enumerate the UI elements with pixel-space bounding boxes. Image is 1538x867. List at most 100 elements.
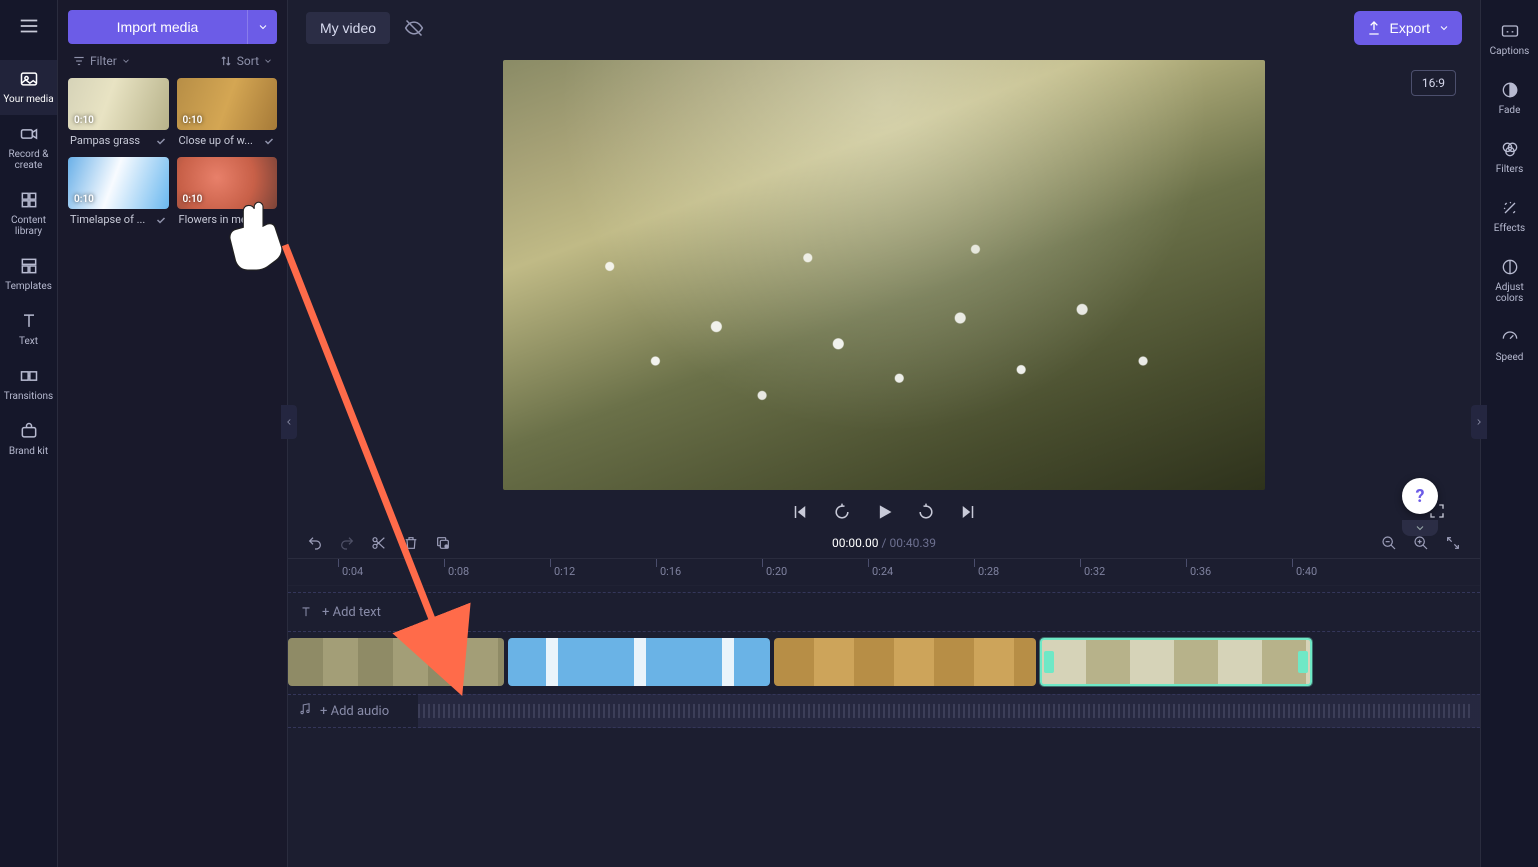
nav-label: Content library bbox=[11, 215, 46, 237]
audio-track[interactable]: + Add audio bbox=[288, 694, 1480, 728]
prop-effects[interactable]: Effects bbox=[1481, 187, 1538, 246]
current-time: 00:00.00 bbox=[832, 536, 879, 550]
ruler-tick: 0:12 bbox=[550, 559, 656, 585]
media-title: Close up of w... bbox=[179, 134, 253, 147]
duration-badge: 0:10 bbox=[74, 194, 94, 205]
top-bar: My video Export bbox=[288, 0, 1480, 56]
music-note-icon bbox=[298, 702, 312, 720]
forward-10-button[interactable] bbox=[916, 502, 936, 522]
media-title: Timelapse of ... bbox=[70, 213, 145, 226]
split-button[interactable] bbox=[370, 534, 388, 552]
add-text-button[interactable]: + Add text bbox=[298, 604, 381, 620]
editor-center: My video Export 16:9 ? bbox=[288, 0, 1480, 867]
nav-content-library[interactable]: Content library bbox=[0, 181, 57, 247]
clip-flowers[interactable] bbox=[288, 638, 504, 686]
captions-icon bbox=[1499, 20, 1521, 42]
clip-pampas-selected[interactable] bbox=[1040, 638, 1312, 686]
nav-label: Brand kit bbox=[9, 446, 48, 457]
text-track[interactable]: + Add text bbox=[288, 592, 1480, 632]
filter-button[interactable]: Filter bbox=[72, 54, 131, 68]
media-item-wheat[interactable]: 0:10 Close up of w... bbox=[177, 78, 278, 147]
sort-button[interactable]: Sort bbox=[219, 54, 273, 68]
sort-icon bbox=[219, 54, 233, 68]
prop-adjust-colors[interactable]: Adjust colors bbox=[1481, 246, 1538, 316]
rewind-10-button[interactable] bbox=[832, 502, 852, 522]
preview-canvas[interactable] bbox=[503, 60, 1265, 490]
zoom-in-button[interactable] bbox=[1412, 534, 1430, 552]
duration-badge: 0:10 bbox=[74, 115, 94, 126]
prop-label: Effects bbox=[1494, 223, 1525, 234]
timeline[interactable]: 0:04 0:08 0:12 0:16 0:20 0:24 0:28 0:32 … bbox=[288, 552, 1480, 728]
play-button[interactable] bbox=[874, 502, 894, 522]
left-nav-rail: Your media Record & create Content libra… bbox=[0, 0, 58, 867]
media-item-flowers[interactable]: 0:10 Flowers in me... bbox=[177, 157, 278, 226]
nav-brand-kit[interactable]: Brand kit bbox=[0, 412, 57, 467]
fit-timeline-button[interactable] bbox=[1444, 534, 1462, 552]
skip-back-button[interactable] bbox=[790, 502, 810, 522]
timeline-ruler[interactable]: 0:04 0:08 0:12 0:16 0:20 0:24 0:28 0:32 … bbox=[288, 558, 1480, 586]
check-icon bbox=[155, 214, 167, 226]
hamburger-menu-icon[interactable] bbox=[15, 12, 43, 40]
text-icon bbox=[18, 310, 40, 332]
media-thumbnail: 0:10 bbox=[177, 78, 278, 130]
nav-label: Templates bbox=[5, 281, 52, 292]
time-display: 00:00.00 / 00:40.39 bbox=[832, 536, 936, 550]
import-media-dropdown[interactable] bbox=[247, 10, 277, 44]
library-icon bbox=[18, 189, 40, 211]
prop-speed[interactable]: Speed bbox=[1481, 316, 1538, 375]
skip-forward-button[interactable] bbox=[958, 502, 978, 522]
undo-button[interactable] bbox=[306, 534, 324, 552]
ruler-tick: 0:28 bbox=[974, 559, 1080, 585]
nav-your-media[interactable]: Your media bbox=[0, 60, 57, 115]
ruler-tick: 0:24 bbox=[868, 559, 974, 585]
help-button[interactable]: ? bbox=[1402, 478, 1438, 514]
filter-label: Filter bbox=[90, 54, 117, 68]
nav-record-create[interactable]: Record & create bbox=[0, 115, 57, 181]
nav-transitions[interactable]: Transitions bbox=[0, 357, 57, 412]
prop-captions[interactable]: Captions bbox=[1481, 10, 1538, 69]
speed-icon bbox=[1499, 326, 1521, 348]
chevron-down-icon bbox=[263, 56, 273, 66]
media-icon bbox=[18, 68, 40, 90]
aspect-ratio-button[interactable]: 16:9 bbox=[1411, 70, 1456, 96]
prop-label: Speed bbox=[1496, 352, 1524, 363]
upload-icon bbox=[1366, 20, 1382, 36]
export-button[interactable]: Export bbox=[1354, 11, 1462, 45]
transitions-icon bbox=[18, 365, 40, 387]
media-title: Pampas grass bbox=[70, 134, 140, 147]
nav-text[interactable]: Text bbox=[0, 302, 57, 357]
project-title-input[interactable]: My video bbox=[306, 12, 390, 44]
nav-label: Your media bbox=[3, 94, 53, 105]
clip-timelapse[interactable] bbox=[508, 638, 770, 686]
prop-filters[interactable]: Filters bbox=[1481, 128, 1538, 187]
chevron-right-icon bbox=[1474, 417, 1484, 427]
media-item-pampas-grass[interactable]: 0:10 Pampas grass bbox=[68, 78, 169, 147]
right-properties-rail: Captions Fade Filters Effects Adjust col… bbox=[1480, 0, 1538, 867]
collapse-right-panel-button[interactable] bbox=[1471, 405, 1487, 439]
text-icon bbox=[298, 604, 314, 620]
visibility-off-icon[interactable] bbox=[404, 18, 424, 38]
sort-label: Sort bbox=[237, 54, 259, 68]
brand-kit-icon bbox=[18, 420, 40, 442]
add-text-label: + Add text bbox=[322, 605, 381, 620]
media-item-timelapse[interactable]: 0:10 Timelapse of ... bbox=[68, 157, 169, 226]
chevron-down-icon bbox=[1438, 22, 1450, 34]
nav-templates[interactable]: Templates bbox=[0, 247, 57, 302]
check-icon bbox=[155, 135, 167, 147]
ruler-tick: 0:04 bbox=[338, 559, 444, 585]
video-track[interactable] bbox=[288, 638, 1480, 688]
delete-button[interactable] bbox=[402, 534, 420, 552]
media-title: Flowers in me... bbox=[179, 213, 256, 226]
preview-region: 16:9 ? bbox=[288, 56, 1480, 522]
import-media-button[interactable]: Import media bbox=[68, 10, 247, 44]
redo-button[interactable] bbox=[338, 534, 356, 552]
prop-fade[interactable]: Fade bbox=[1481, 69, 1538, 128]
total-time: 00:40.39 bbox=[889, 536, 936, 550]
prop-label: Fade bbox=[1499, 105, 1521, 116]
nav-label: Record & create bbox=[8, 149, 48, 171]
duplicate-button[interactable] bbox=[434, 534, 452, 552]
zoom-out-button[interactable] bbox=[1380, 534, 1398, 552]
clip-wheat[interactable] bbox=[774, 638, 1036, 686]
duration-badge: 0:10 bbox=[183, 194, 203, 205]
duration-badge: 0:10 bbox=[183, 115, 203, 126]
